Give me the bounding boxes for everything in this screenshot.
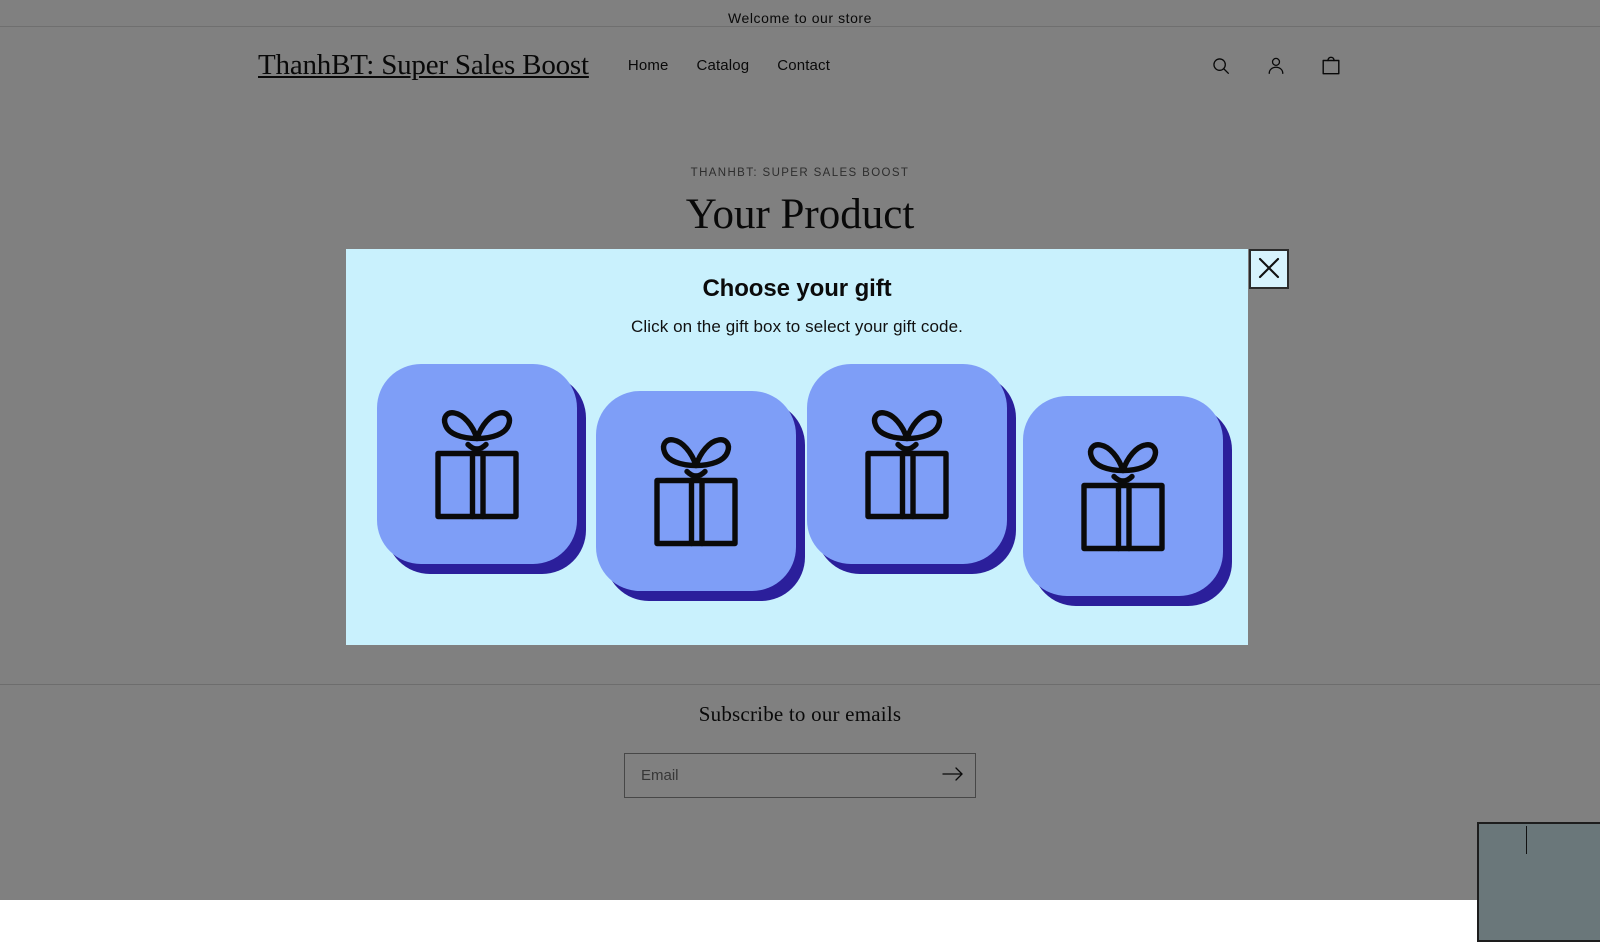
modal-subheading: Click on the gift box to select your gif… xyxy=(346,317,1248,337)
close-icon xyxy=(1256,255,1282,284)
gift-icon xyxy=(402,389,552,539)
modal-heading: Choose your gift xyxy=(346,249,1248,303)
gift-icon xyxy=(832,389,982,539)
gift-box-list xyxy=(346,355,1248,615)
gift-box-2[interactable] xyxy=(596,391,796,591)
text-cursor xyxy=(1526,826,1527,854)
gift-widget-title: You h xyxy=(1479,824,1600,862)
close-button[interactable] xyxy=(1249,249,1289,289)
gift-picker-modal: Choose your gift Click on the gift box t… xyxy=(346,249,1248,645)
gift-icon xyxy=(621,416,771,566)
gift-box-1[interactable] xyxy=(377,364,577,564)
gift-box-3[interactable] xyxy=(807,364,1007,564)
gift-icon xyxy=(1048,421,1198,571)
gift-box-4[interactable] xyxy=(1023,396,1223,596)
gift-widget-subtitle: Click to xyxy=(1479,876,1600,894)
gift-reward-widget[interactable]: You h Click to xyxy=(1477,822,1600,942)
